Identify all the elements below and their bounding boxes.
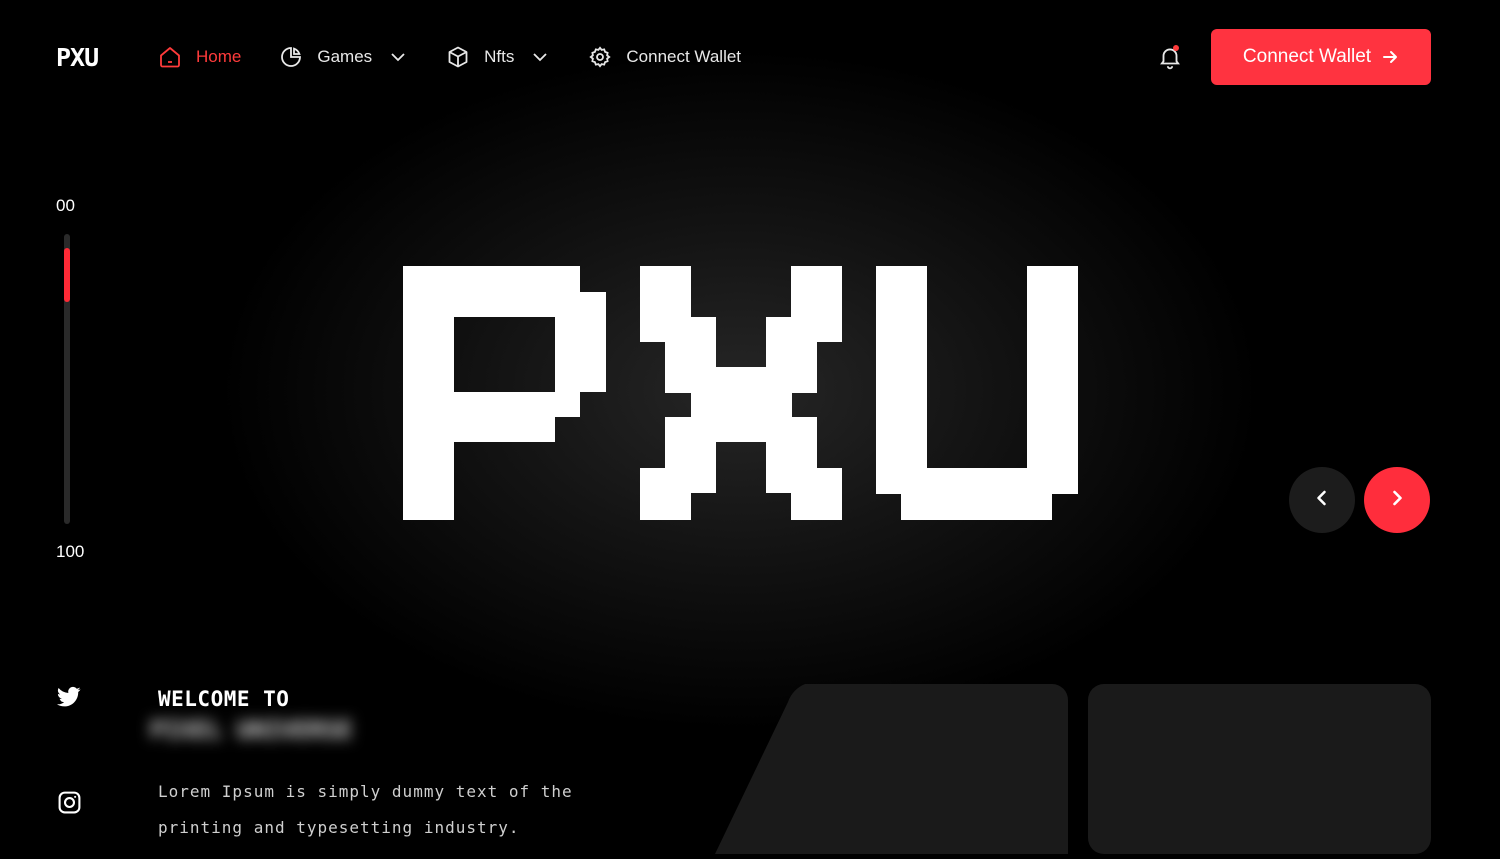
gear-icon: [588, 45, 612, 69]
carousel-prev-button[interactable]: [1289, 467, 1355, 533]
welcome-heading: WELCOME TO: [158, 687, 290, 711]
featured-card-shape: [715, 684, 1068, 854]
featured-card[interactable]: [715, 684, 1068, 859]
home-icon: [158, 45, 182, 69]
nav-games[interactable]: Games: [279, 45, 408, 69]
cube-icon: [446, 45, 470, 69]
nav-games-label: Games: [317, 47, 373, 66]
bell-icon: [1157, 48, 1183, 74]
connect-wallet-button-label: Connect Wallet: [1242, 46, 1372, 67]
connect-wallet-button[interactable]: Connect Wallet: [1211, 29, 1431, 85]
twitter-link[interactable]: [57, 686, 83, 712]
twitter-icon: [57, 686, 81, 712]
carousel-next-button[interactable]: [1364, 467, 1430, 533]
nav-home-label: Home: [196, 47, 242, 66]
nav-nfts-label: Nfts: [484, 47, 515, 66]
arrow-right-icon: [1381, 48, 1399, 66]
instagram-link[interactable]: [57, 790, 83, 816]
nav-nfts[interactable]: Nfts: [446, 45, 550, 69]
nav-connect-wallet-label: Connect Wallet: [626, 47, 742, 66]
progress-start-label: 00: [56, 196, 75, 215]
main-nav: Home Games Nfts Connect Wallet: [158, 40, 779, 74]
hero-logo: [403, 266, 1079, 525]
progress-indicator[interactable]: [64, 248, 70, 302]
notification-dot: [1173, 45, 1179, 51]
instagram-icon: [57, 790, 82, 816]
progress-end-label: 100: [56, 542, 85, 561]
chevron-down-icon: [388, 47, 408, 67]
welcome-description: Lorem Ipsum is simply dummy text of the …: [158, 782, 573, 837]
featured-card[interactable]: [1088, 684, 1431, 854]
nav-home[interactable]: Home: [158, 45, 241, 69]
pie-chart-icon: [279, 45, 303, 69]
progress-track[interactable]: [64, 234, 70, 524]
blurred-title: PIXEL UNIVERSE: [150, 716, 353, 744]
nav-connect-wallet[interactable]: Connect Wallet: [588, 45, 741, 69]
brand-logo[interactable]: PXU: [56, 43, 99, 72]
chevron-down-icon: [530, 47, 550, 67]
notification-button[interactable]: [1157, 44, 1183, 70]
chevron-left-icon: [1312, 488, 1332, 513]
pxu-pixel-logo: [403, 266, 1078, 520]
chevron-right-icon: [1387, 488, 1407, 513]
